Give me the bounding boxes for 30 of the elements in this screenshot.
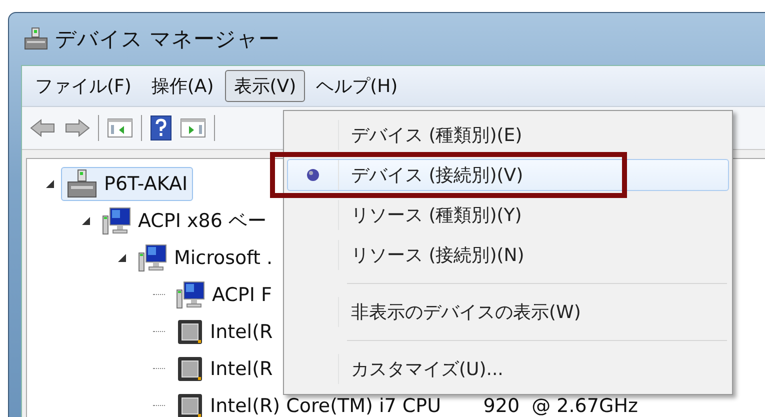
window-title: デバイス マネージャー bbox=[55, 26, 280, 53]
menu-option[interactable]: 非表示のデバイスの表示(W) bbox=[287, 296, 729, 328]
menu-item[interactable]: 操作(A) bbox=[142, 70, 223, 102]
expand-triangle-icon[interactable] bbox=[81, 216, 91, 226]
tree-item[interactable]: Intel(R) Core(TM) i7 CPU 920 @ 2.67GHz bbox=[171, 390, 643, 417]
expand-triangle-icon[interactable] bbox=[45, 178, 55, 188]
tree-item[interactable]: Intel(R bbox=[171, 352, 278, 384]
monitor-icon bbox=[138, 242, 168, 272]
tree-item[interactable]: P6T-AKAI bbox=[61, 166, 193, 200]
menu-option[interactable]: カスタマイズ(U)... bbox=[287, 353, 729, 385]
menu-item[interactable]: ファイル(F) bbox=[26, 70, 140, 102]
panel-icon[interactable] bbox=[180, 117, 206, 139]
back-arrow-icon[interactable] bbox=[30, 118, 56, 138]
menu-option[interactable]: リソース (種類別)(Y) bbox=[287, 199, 729, 231]
monitor-icon bbox=[102, 206, 132, 236]
expand-triangle-icon[interactable] bbox=[117, 252, 127, 262]
help-icon[interactable] bbox=[150, 115, 172, 141]
panel-icon[interactable] bbox=[107, 117, 133, 139]
forward-arrow-icon[interactable] bbox=[64, 118, 90, 138]
chip-icon bbox=[176, 354, 204, 382]
menu-item[interactable]: 表示(V) bbox=[224, 70, 306, 102]
chip-icon bbox=[176, 318, 204, 346]
menu-option[interactable]: リソース (接続別)(N) bbox=[287, 239, 729, 271]
monitor-icon bbox=[176, 280, 206, 310]
tree-item[interactable]: ACPI x86 ベー bbox=[97, 204, 272, 238]
menu-item[interactable]: ヘルプ(H) bbox=[307, 70, 407, 102]
tree-item[interactable]: Microsoft . bbox=[133, 240, 278, 274]
tree-item[interactable]: ACPI F bbox=[171, 278, 277, 312]
tree-item[interactable]: Intel(R bbox=[171, 316, 278, 348]
menu-option[interactable]: デバイス (接続別)(V) bbox=[287, 159, 729, 191]
